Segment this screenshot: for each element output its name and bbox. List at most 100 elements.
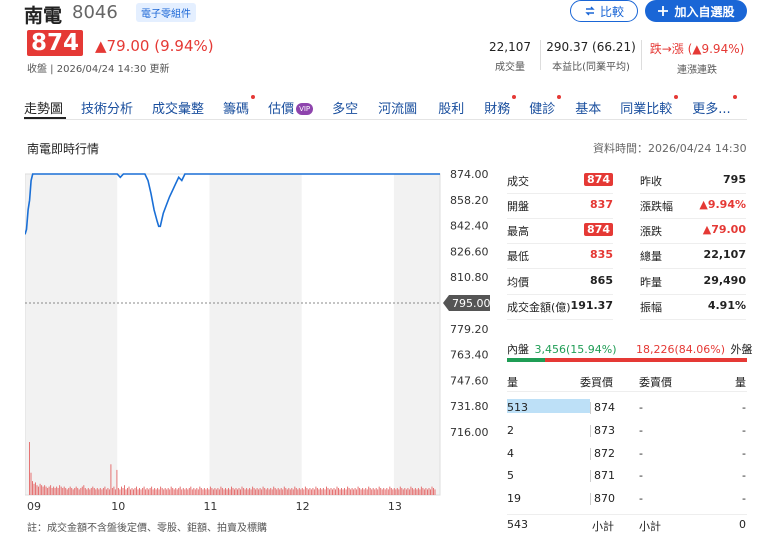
tab-3[interactable]: 籌碼	[223, 95, 256, 117]
volume-bar	[217, 488, 219, 495]
volume-bar	[188, 488, 190, 495]
volume-bar	[80, 488, 82, 495]
volume-bar	[270, 488, 272, 495]
quote-value-text: 795	[723, 173, 746, 186]
volume-bar	[298, 488, 300, 495]
volume-bar	[362, 488, 364, 495]
tab-label: 走勢圖	[24, 102, 64, 117]
tab-8[interactable]: 財務	[484, 95, 517, 117]
tab-1[interactable]: 技術分析	[81, 98, 133, 117]
ob-tick	[590, 493, 591, 505]
volume-bar	[66, 489, 68, 495]
price-change: ▲79.00 (9.94%)	[95, 37, 214, 55]
volume-bar	[428, 488, 430, 495]
volume-bar	[350, 489, 352, 495]
tab-5[interactable]: 多空	[332, 98, 358, 117]
hour-band	[393, 174, 440, 495]
tab-6[interactable]: 河流圖	[378, 98, 417, 117]
volume-bar	[212, 489, 214, 495]
volume-bar	[329, 489, 330, 495]
volume-bar	[398, 489, 400, 495]
quote-value: 22,107	[704, 248, 746, 261]
quote-row-divider	[507, 319, 613, 320]
volume-bar	[170, 486, 172, 495]
tab-label: 基本	[575, 102, 602, 117]
volume-bar	[416, 489, 418, 495]
volume-bar	[220, 486, 222, 495]
volume-bar	[339, 489, 341, 495]
stock-code: 8046	[72, 2, 118, 23]
inner-value: 3,456(15.94%)	[534, 343, 617, 356]
volume-bar	[102, 488, 104, 495]
intraday-chart[interactable]: 874.00 858.20 842.40 826.60 810.80 779.20 763.…	[25, 170, 495, 515]
sector-badge[interactable]: 電子零組件	[136, 3, 196, 22]
volume-bar	[42, 486, 44, 495]
volume-bar	[38, 486, 39, 495]
tab-2[interactable]: 成交彙整	[152, 98, 204, 117]
volume-bar	[53, 486, 55, 495]
tab-10[interactable]: 基本	[575, 98, 601, 117]
volume-bar	[277, 488, 279, 495]
y-tick-label: 842.40	[450, 220, 489, 233]
ob-bid-vol: 4	[507, 447, 514, 460]
kpi-pe-label: 本益比(同業平均)	[552, 62, 630, 73]
kpi-pe: 290.37 (66.21) 本益比(同業平均)	[545, 40, 637, 73]
notification-dot	[512, 95, 517, 99]
kpi-streak-label: 連漲連跌	[677, 65, 717, 76]
volume-bar	[386, 488, 388, 495]
quote-value: 29,490	[704, 274, 746, 287]
ob-divider	[507, 514, 747, 515]
volume-bar	[127, 488, 128, 495]
volume-bar	[285, 488, 287, 495]
tab-label: 估價	[268, 102, 295, 117]
volume-bar	[303, 489, 305, 495]
tab-7[interactable]: 股利	[438, 98, 464, 117]
quote-row-divider	[507, 218, 613, 219]
volume-bar	[178, 488, 180, 495]
add-watchlist-button[interactable]: 加入自選股	[645, 0, 747, 22]
compare-button[interactable]: 比較	[570, 0, 638, 22]
tab-0[interactable]: 走勢圖	[24, 98, 63, 117]
tab-label: 健診	[529, 102, 556, 117]
volume-bar	[130, 489, 131, 495]
volume-bar	[312, 488, 314, 495]
volume-bar	[203, 488, 205, 495]
y-tick-label: 874.00	[450, 170, 489, 181]
tab-4[interactable]: 估價 VIP	[268, 98, 314, 117]
volume-bar	[321, 489, 323, 495]
ob-header-bid-vol: 量	[507, 376, 518, 389]
volume-bar	[295, 488, 297, 495]
volume-bar	[286, 489, 288, 495]
volume-bar	[368, 486, 370, 495]
volume-bar	[214, 488, 216, 495]
volume-bar	[389, 486, 391, 495]
volume-bar	[363, 489, 365, 495]
volume-bar	[197, 489, 199, 495]
ob-divider	[507, 391, 747, 392]
volume-bar	[235, 488, 237, 495]
volume-bar	[121, 486, 122, 495]
plus-icon	[658, 6, 669, 16]
volume-bar	[250, 489, 252, 495]
volume-bar	[191, 489, 193, 495]
inner-volume: 內盤 3,456(15.94%)	[507, 341, 617, 357]
volume-bar	[232, 488, 234, 495]
volume-bar	[297, 489, 299, 495]
tab-11[interactable]: 同業比較	[620, 95, 679, 117]
stock-name: 南電	[24, 5, 63, 27]
volume-bar	[336, 486, 338, 495]
quote-label: 昨收	[640, 175, 662, 188]
volume-bar	[206, 488, 208, 495]
volume-bar	[369, 488, 371, 495]
volume-bar	[229, 489, 231, 495]
volume-bar	[107, 488, 109, 495]
tab-9[interactable]: 健診	[529, 95, 562, 117]
tab-12[interactable]: 更多...	[692, 95, 737, 117]
y-tick-label: 779.20	[450, 323, 489, 336]
volume-bar	[264, 488, 266, 495]
volume-bar	[182, 488, 184, 495]
volume-bar	[417, 488, 419, 495]
volume-bar	[98, 489, 100, 495]
volume-bar	[289, 489, 291, 495]
quote-value: 865	[590, 274, 613, 287]
